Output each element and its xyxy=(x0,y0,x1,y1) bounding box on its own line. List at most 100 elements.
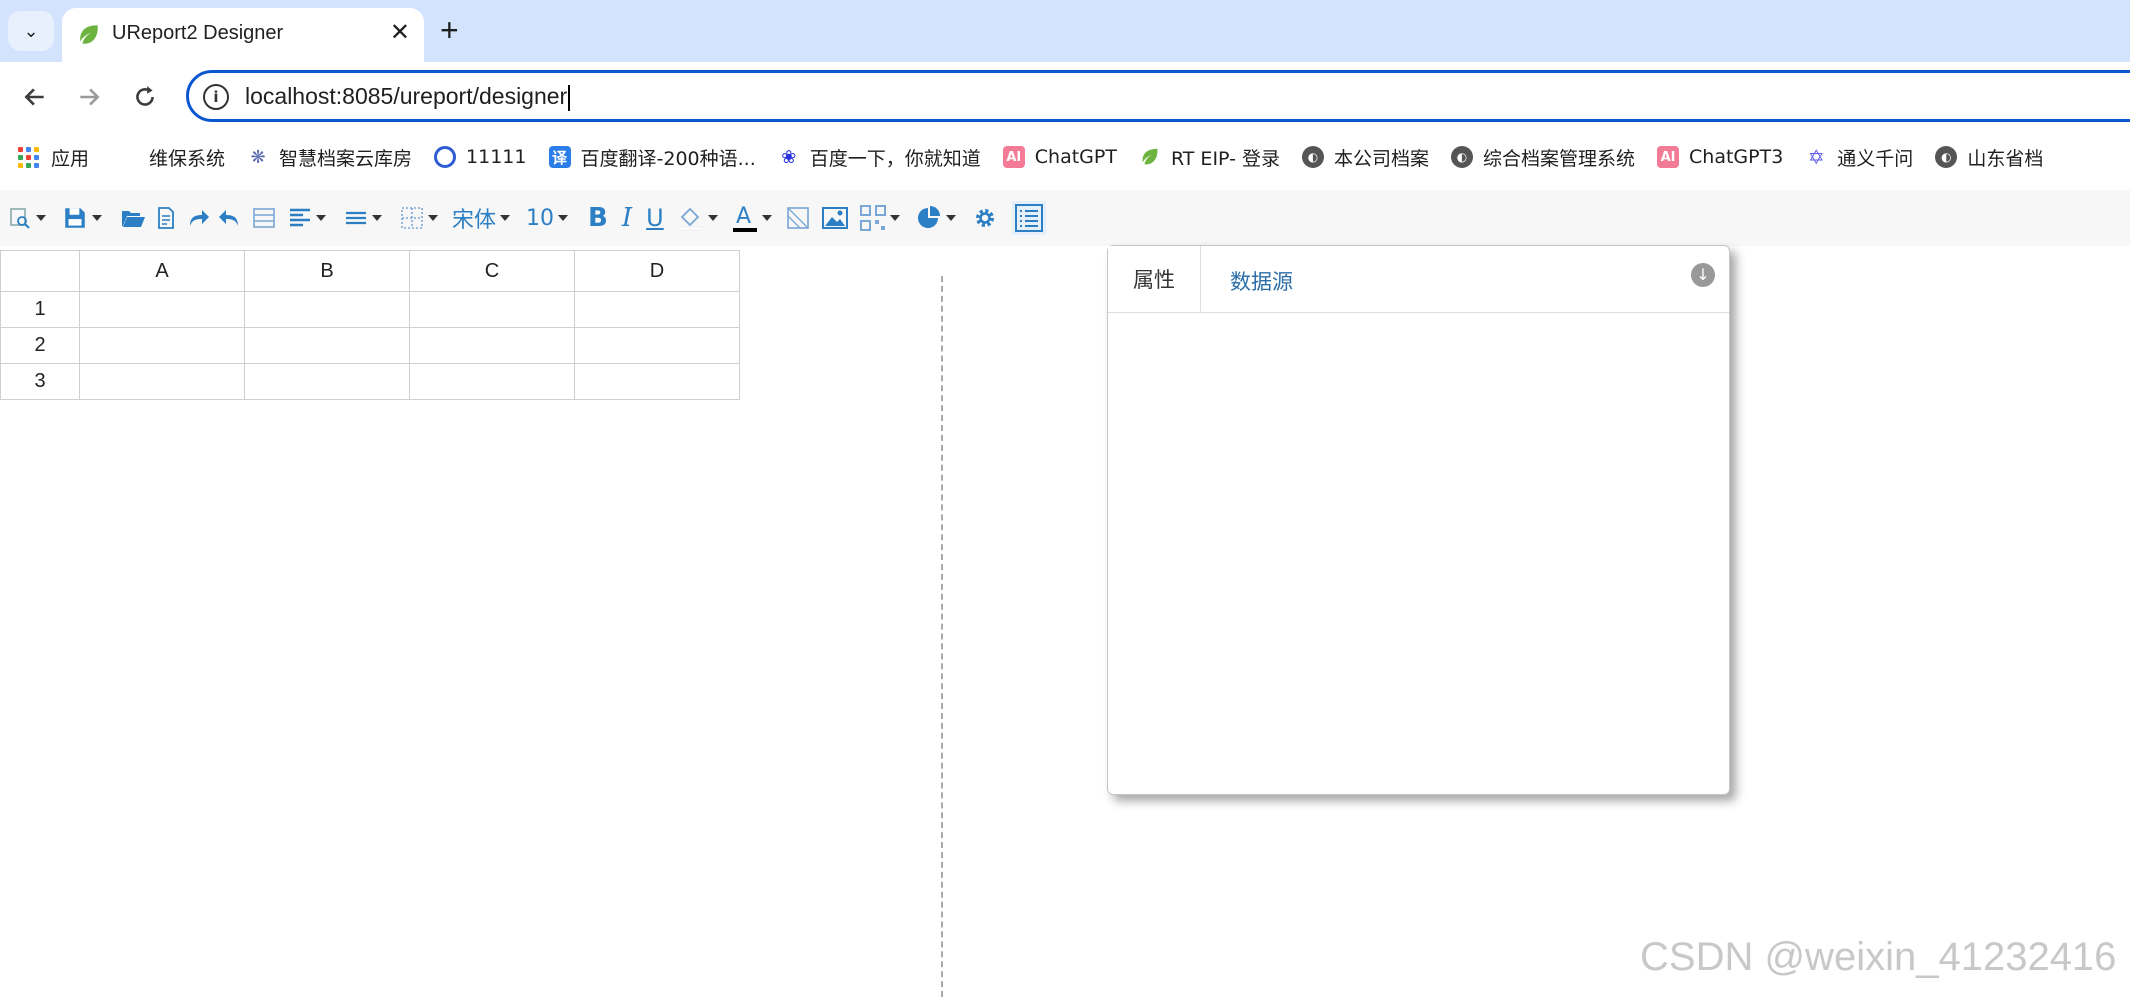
designer-toolbar: 宋体 10 B I U A xyxy=(0,190,2130,246)
lotus-icon: ❋ xyxy=(250,146,266,168)
site-info-icon[interactable]: i xyxy=(203,84,229,110)
redo-button[interactable] xyxy=(186,206,210,230)
bookmark-apps[interactable]: 应用 xyxy=(18,144,89,171)
panel-tabs: 属性 数据源 ↓ xyxy=(1108,246,1729,313)
row-header[interactable]: 2 xyxy=(0,327,80,364)
merge-cells-button[interactable] xyxy=(252,206,276,230)
italic-button[interactable]: I xyxy=(622,203,632,233)
properties-panel: 属性 数据源 ↓ xyxy=(1107,245,1730,795)
redo-icon xyxy=(190,210,209,226)
browser-tab-active[interactable]: UReport2 Designer ✕ xyxy=(62,8,424,62)
grid-cell[interactable] xyxy=(79,327,245,364)
grid-cell[interactable] xyxy=(409,327,575,364)
font-size-value: 10 xyxy=(526,205,555,231)
tongyi-icon: ✡ xyxy=(1807,145,1825,169)
bold-button[interactable]: B xyxy=(588,203,608,233)
settings-button[interactable] xyxy=(972,205,998,231)
grid-cell[interactable] xyxy=(79,363,245,400)
bookmark-label: 维保系统 xyxy=(149,147,226,170)
corner-cell[interactable] xyxy=(0,250,80,292)
table-row: 2 xyxy=(0,327,740,364)
bookmark-chatgpt3[interactable]: AI ChatGPT3 xyxy=(1657,146,1783,168)
tab-search-button[interactable]: ⌄ xyxy=(8,11,54,51)
chart-dropdown[interactable] xyxy=(916,205,956,231)
folder-open-icon xyxy=(122,211,145,227)
grid-cell[interactable] xyxy=(409,291,575,328)
bookmark-archive-cloud[interactable]: ❋ 智慧档案云库房 xyxy=(247,144,412,171)
import-file-icon xyxy=(158,207,174,229)
bookmark-label: RT EIP- 登录 xyxy=(1170,147,1280,170)
italic-icon: I xyxy=(621,203,633,233)
list-panel-icon xyxy=(1014,204,1043,232)
save-dropdown[interactable] xyxy=(62,205,102,231)
column-header[interactable]: A xyxy=(79,250,245,292)
open-button[interactable] xyxy=(120,206,146,230)
undo-button[interactable] xyxy=(218,206,242,230)
bookmark-chatgpt[interactable]: AI ChatGPT xyxy=(1002,146,1117,168)
align-dropdown[interactable] xyxy=(288,206,326,230)
apps-grid-icon xyxy=(18,146,39,168)
bookmark-baidu-translate[interactable]: 译 百度翻译-200种语... xyxy=(548,144,756,171)
collapse-panel-icon[interactable]: ↓ xyxy=(1691,263,1715,287)
font-size-dropdown[interactable]: 10 xyxy=(526,205,569,231)
bookmark-company-archive[interactable]: ◐ 本公司档案 xyxy=(1301,144,1429,171)
column-header[interactable]: B xyxy=(244,250,410,292)
slash-cell-button[interactable] xyxy=(786,206,810,230)
font-family-value: 宋体 xyxy=(452,208,497,233)
bookmark-weibao[interactable]: 维保系统 xyxy=(149,144,225,171)
bookmark-rt-eip[interactable]: RT EIP- 登录 xyxy=(1139,144,1280,171)
insert-image-button[interactable] xyxy=(821,206,848,230)
target-icon xyxy=(434,146,457,168)
border-dropdown[interactable] xyxy=(400,206,438,230)
grid-cell[interactable] xyxy=(244,327,410,364)
table-row: 3 xyxy=(0,363,740,400)
diagonal-line-icon xyxy=(786,207,809,229)
ai-icon: AI xyxy=(1657,146,1680,168)
tab-datasource[interactable]: 数据源 xyxy=(1230,266,1293,296)
back-arrow-icon[interactable] xyxy=(22,84,48,110)
bookmarks-bar: 应用 维保系统 ❋ 智慧档案云库房 11111 译 百度翻译-200种语... … xyxy=(0,136,2130,178)
column-header[interactable]: D xyxy=(574,250,740,292)
bookmark-archive-system[interactable]: ◐ 综合档案管理系统 xyxy=(1451,144,1635,171)
grid-cell[interactable] xyxy=(574,363,740,400)
font-family-dropdown[interactable]: 宋体 xyxy=(452,202,511,234)
translate-icon: 译 xyxy=(548,146,571,168)
grid-cell[interactable] xyxy=(79,291,245,328)
bookmark-baidu[interactable]: ❀ 百度一下，你就知道 xyxy=(778,144,981,171)
bookmark-tongyi[interactable]: ✡ 通义千问 xyxy=(1805,144,1913,171)
forward-arrow-icon[interactable] xyxy=(76,84,102,110)
bookmark-label: 11111 xyxy=(466,146,527,168)
import-button[interactable] xyxy=(154,206,178,230)
qrcode-icon xyxy=(859,205,886,231)
font-color-dropdown[interactable]: A xyxy=(732,203,772,233)
valign-dropdown[interactable] xyxy=(344,206,382,230)
grid-cell[interactable] xyxy=(574,291,740,328)
bookmark-label: 综合档案管理系统 xyxy=(1483,147,1636,170)
save-icon xyxy=(65,208,85,228)
column-header[interactable]: C xyxy=(409,250,575,292)
fill-color-dropdown[interactable] xyxy=(678,205,718,231)
address-bar[interactable]: i localhost:8085/ureport/designer xyxy=(186,70,2130,122)
tab-close-icon[interactable]: ✕ xyxy=(390,18,410,46)
new-tab-button[interactable]: + xyxy=(440,12,459,49)
bookmark-shandong[interactable]: ◐ 山东省档 xyxy=(1935,144,2043,171)
tab-properties[interactable]: 属性 xyxy=(1108,246,1201,312)
preview-dropdown[interactable] xyxy=(8,206,46,230)
grid-cell[interactable] xyxy=(244,291,410,328)
qrcode-dropdown[interactable] xyxy=(859,205,900,231)
underline-button[interactable]: U xyxy=(646,204,664,232)
reload-icon[interactable] xyxy=(132,84,158,110)
row-header[interactable]: 3 xyxy=(0,363,80,400)
grid-cell[interactable] xyxy=(244,363,410,400)
underline-icon: U xyxy=(646,204,664,232)
grid-cell[interactable] xyxy=(574,327,740,364)
url-text: localhost:8085/ureport/designer xyxy=(245,83,568,109)
paint-bucket-icon xyxy=(679,207,703,231)
bookmark-label: 本公司档案 xyxy=(1333,147,1429,170)
properties-panel-button[interactable] xyxy=(1011,201,1046,235)
undo-icon xyxy=(219,210,238,226)
globe-icon: ◐ xyxy=(1451,146,1473,168)
row-header[interactable]: 1 xyxy=(0,291,80,328)
grid-cell[interactable] xyxy=(409,363,575,400)
bookmark-11111[interactable]: 11111 xyxy=(434,146,527,168)
